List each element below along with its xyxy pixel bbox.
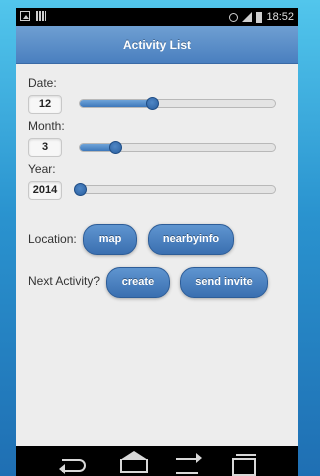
create-button[interactable]: create <box>106 267 170 298</box>
navigation-bar <box>16 446 298 476</box>
year-slider[interactable] <box>74 183 276 196</box>
nearbyinfo-button[interactable]: nearbyinfo <box>148 224 234 255</box>
year-slider-thumb[interactable] <box>74 183 87 196</box>
main-content: Date: 12 Month: 3 Year: 2014 Location: m… <box>16 64 298 446</box>
home-icon[interactable] <box>112 446 152 476</box>
switch-icon[interactable] <box>168 446 208 476</box>
year-label: Year: <box>28 162 56 176</box>
date-value[interactable]: 12 <box>28 95 62 114</box>
month-slider-thumb[interactable] <box>109 141 123 154</box>
month-value[interactable]: 3 <box>28 138 62 157</box>
status-bar: 18:52 <box>16 8 298 26</box>
send-invite-button[interactable]: send invite <box>180 267 268 298</box>
location-label: Location: <box>28 232 77 246</box>
phone-screen: 18:52 Activity List Date: 12 Month: 3 Ye… <box>16 8 298 476</box>
status-time: 18:52 <box>266 11 294 23</box>
battery-icon <box>256 11 263 23</box>
signal-icon <box>242 12 253 22</box>
barcode-icon <box>36 11 46 21</box>
month-label: Month: <box>28 119 65 133</box>
next-activity-label: Next Activity? <box>28 274 101 288</box>
alarm-icon <box>229 12 239 22</box>
image-icon <box>20 11 30 21</box>
year-value[interactable]: 2014 <box>28 181 62 200</box>
recent-apps-icon[interactable] <box>222 446 262 476</box>
month-slider[interactable] <box>79 141 276 154</box>
date-slider-thumb[interactable] <box>146 97 160 110</box>
date-slider[interactable] <box>79 97 276 110</box>
date-slider-fill <box>80 100 153 107</box>
back-icon[interactable] <box>56 446 96 476</box>
date-label: Date: <box>28 76 57 90</box>
page-title: Activity List <box>16 26 298 64</box>
map-button[interactable]: map <box>83 224 137 255</box>
